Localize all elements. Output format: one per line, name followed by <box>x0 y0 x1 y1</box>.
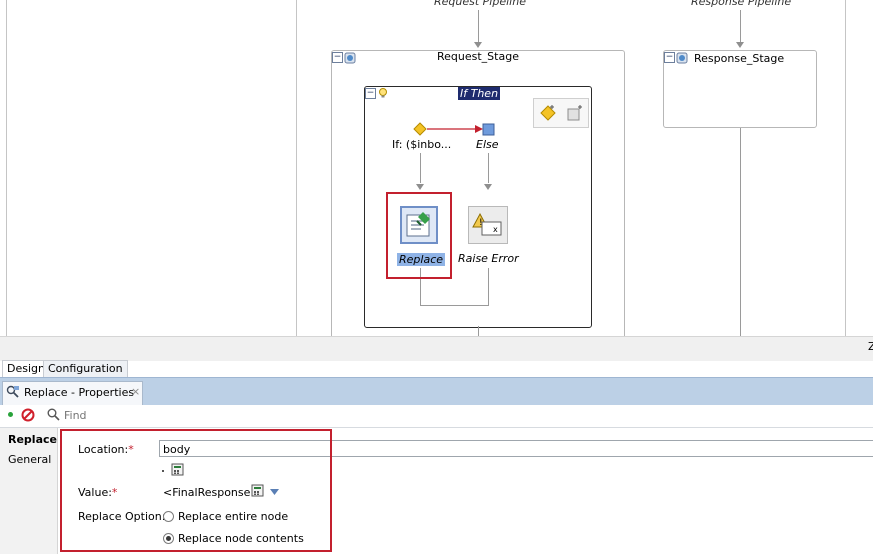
branch-connector-arrow <box>427 125 483 133</box>
else-branch-arrow <box>484 184 492 190</box>
side-tab-replace[interactable]: Replace <box>8 433 57 446</box>
side-tab-general[interactable]: General <box>8 453 51 466</box>
response-arrow <box>736 42 744 48</box>
if-condition-diamond-icon[interactable] <box>413 122 427 136</box>
green-dot-icon <box>8 412 13 417</box>
replace-highlight-box <box>386 192 452 279</box>
lightbulb-icon <box>379 88 387 98</box>
if-branch-label[interactable]: If: ($inbo... <box>392 138 451 151</box>
request-stage-label: Request_Stage <box>437 50 519 63</box>
add-else-branch-icon[interactable] <box>566 104 584 122</box>
stage-icon <box>676 52 688 64</box>
svg-text:x: x <box>493 225 498 234</box>
find-input[interactable] <box>64 408 264 423</box>
add-if-branch-icon[interactable] <box>539 104 557 122</box>
corner-glyph: Z <box>868 340 873 353</box>
if-then-label: If Then <box>458 87 501 100</box>
canvas-left-border <box>6 0 7 336</box>
properties-close-icon[interactable]: × <box>131 385 140 398</box>
properties-side-nav <box>0 428 58 554</box>
request-pipeline-left-border <box>296 0 297 336</box>
response-stage-collapse-icon[interactable]: − <box>664 52 675 63</box>
merge-out-line <box>478 326 479 336</box>
properties-icon <box>6 385 19 398</box>
if-then-collapse-icon[interactable]: − <box>365 88 376 99</box>
response-pipeline-connector <box>740 10 741 42</box>
response-pipeline-continue <box>740 126 741 336</box>
tab-configuration[interactable]: Configuration <box>43 360 128 378</box>
merge-bottom-line <box>420 305 489 306</box>
response-pipeline-label: Response Pipeline <box>691 0 792 8</box>
form-highlight-box <box>60 429 332 552</box>
pipeline-canvas: Request Pipeline Response Pipeline − Req… <box>0 0 873 341</box>
else-branch-icon[interactable] <box>482 123 495 136</box>
stop-icon[interactable] <box>21 408 35 422</box>
search-icon <box>47 408 60 421</box>
request-pipeline-label: Request Pipeline <box>434 0 526 8</box>
if-branch-arrow <box>416 184 424 190</box>
request-stage-collapse-icon[interactable]: − <box>332 52 343 63</box>
request-pipeline-connector <box>478 10 479 42</box>
else-branch-connector <box>488 153 489 183</box>
response-pipeline-right-border <box>845 0 846 336</box>
request-arrow <box>474 42 482 48</box>
merge-right-line <box>488 268 489 305</box>
raise-error-label[interactable]: Raise Error <box>458 252 519 265</box>
properties-title: Replace - Properties <box>24 386 135 399</box>
canvas-status-strip <box>0 336 873 361</box>
if-branch-connector <box>420 153 421 183</box>
else-branch-label[interactable]: Else <box>476 138 499 151</box>
response-stage-label: Response_Stage <box>694 52 785 65</box>
warning-icon: ! x <box>472 212 502 236</box>
stage-icon <box>344 52 356 64</box>
